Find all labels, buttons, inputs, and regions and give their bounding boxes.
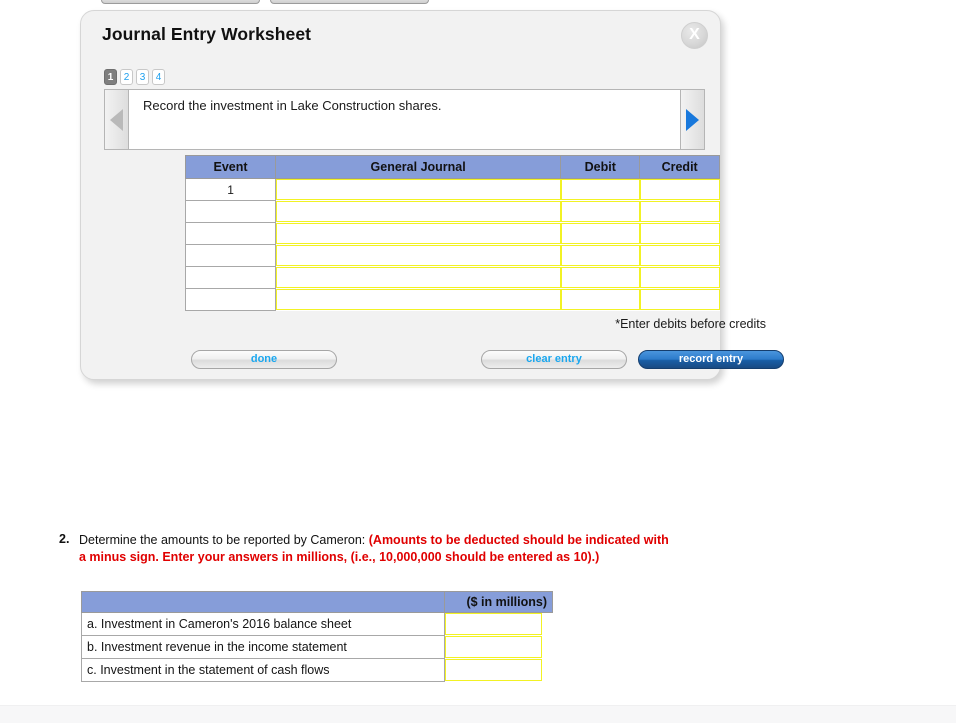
- question-lead: Determine the amounts to be reported by …: [79, 533, 366, 547]
- credit-input-row-5[interactable]: [639, 267, 720, 288]
- table-row: [184, 288, 720, 311]
- amounts-table-header-row: ($ in millions): [81, 591, 553, 613]
- step-tab-1[interactable]: 1: [104, 69, 117, 85]
- question-2-block: 2. Determine the amounts to be reported …: [59, 532, 679, 566]
- general-journal-input-row-4[interactable]: [276, 245, 561, 266]
- debit-input-row-3[interactable]: [560, 223, 640, 244]
- general-journal-input-row-6[interactable]: [276, 289, 561, 310]
- cut-off-toolbar-strip: [0, 0, 956, 6]
- amount-label-c: c. Investment in the statement of cash f…: [81, 658, 445, 682]
- debits-before-credits-note: *Enter debits before credits: [615, 317, 766, 331]
- question-text: Determine the amounts to be reported by …: [79, 532, 679, 566]
- close-icon-glyph: X: [689, 26, 700, 43]
- column-header-debit: Debit: [560, 155, 641, 179]
- debit-input-row-4[interactable]: [560, 245, 640, 266]
- clear-entry-button[interactable]: clear entry: [481, 350, 627, 369]
- record-entry-button[interactable]: record entry: [638, 350, 784, 369]
- amount-label-a: a. Investment in Cameron's 2016 balance …: [81, 612, 445, 636]
- prompt-navigator: Record the investment in Lake Constructi…: [104, 89, 705, 150]
- triangle-right-icon: [686, 108, 699, 131]
- question-number: 2.: [59, 532, 70, 546]
- credit-input-row-4[interactable]: [639, 245, 720, 266]
- credit-input-row-3[interactable]: [639, 223, 720, 244]
- debit-input-row-5[interactable]: [560, 267, 640, 288]
- amount-input-b[interactable]: [445, 636, 542, 658]
- general-journal-input-row-1[interactable]: [276, 179, 561, 201]
- table-row: b. Investment revenue in the income stat…: [81, 635, 553, 659]
- step-tab-3[interactable]: 3: [136, 69, 149, 85]
- table-row: [184, 266, 720, 289]
- event-number-cell: [184, 244, 277, 267]
- credit-input-row-2[interactable]: [639, 201, 720, 222]
- done-button[interactable]: done: [191, 350, 337, 369]
- previous-step-button[interactable]: [104, 89, 129, 150]
- table-row: [184, 222, 720, 245]
- amounts-reported-table: ($ in millions) a. Investment in Cameron…: [81, 591, 553, 682]
- journal-entry-worksheet-panel: Journal Entry Worksheet X 1 2 3 4 Record…: [80, 10, 784, 380]
- debit-input-row-2[interactable]: [560, 201, 640, 222]
- amount-input-a[interactable]: [445, 613, 542, 636]
- prompt-text: Record the investment in Lake Constructi…: [129, 89, 680, 150]
- column-header-general-journal: General Journal: [275, 155, 562, 179]
- event-number-cell: [184, 222, 277, 245]
- amount-label-b: b. Investment revenue in the income stat…: [81, 635, 445, 659]
- journal-table-header-row: Event General Journal Debit Credit: [184, 155, 720, 179]
- event-number-cell: [184, 200, 277, 223]
- step-tab-2[interactable]: 2: [120, 69, 133, 85]
- page-bottom-band: [0, 705, 956, 723]
- debit-input-row-1[interactable]: [560, 179, 640, 201]
- page-title: Journal Entry Worksheet: [102, 24, 312, 44]
- cut-off-toolbar-button-left[interactable]: [101, 0, 260, 4]
- credit-input-row-1[interactable]: [639, 179, 720, 201]
- event-number-cell: 1: [184, 178, 277, 201]
- next-step-button[interactable]: [680, 89, 705, 150]
- step-tab-4[interactable]: 4: [152, 69, 165, 85]
- general-journal-input-row-5[interactable]: [276, 267, 561, 288]
- event-number-cell: [184, 288, 277, 311]
- amount-input-c[interactable]: [445, 659, 542, 681]
- table-row: [184, 244, 720, 267]
- table-row: c. Investment in the statement of cash f…: [81, 658, 553, 682]
- close-icon[interactable]: X: [681, 22, 708, 49]
- table-row: 1: [184, 178, 720, 201]
- journal-entry-table: Event General Journal Debit Credit 1: [184, 155, 720, 311]
- credit-input-row-6[interactable]: [639, 289, 720, 310]
- debit-input-row-6[interactable]: [560, 289, 640, 310]
- amounts-column-header-blank: [81, 591, 445, 613]
- table-row: a. Investment in Cameron's 2016 balance …: [81, 612, 553, 636]
- general-journal-input-row-2[interactable]: [276, 201, 561, 222]
- amounts-column-header-units: ($ in millions): [444, 591, 553, 613]
- triangle-left-icon: [110, 108, 123, 131]
- table-row: [184, 200, 720, 223]
- general-journal-input-row-3[interactable]: [276, 223, 561, 244]
- step-tab-list: 1 2 3 4: [104, 69, 165, 85]
- column-header-credit: Credit: [639, 155, 720, 179]
- cut-off-toolbar-button-right[interactable]: [270, 0, 429, 4]
- event-number-cell: [184, 266, 277, 289]
- column-header-event: Event: [184, 155, 277, 179]
